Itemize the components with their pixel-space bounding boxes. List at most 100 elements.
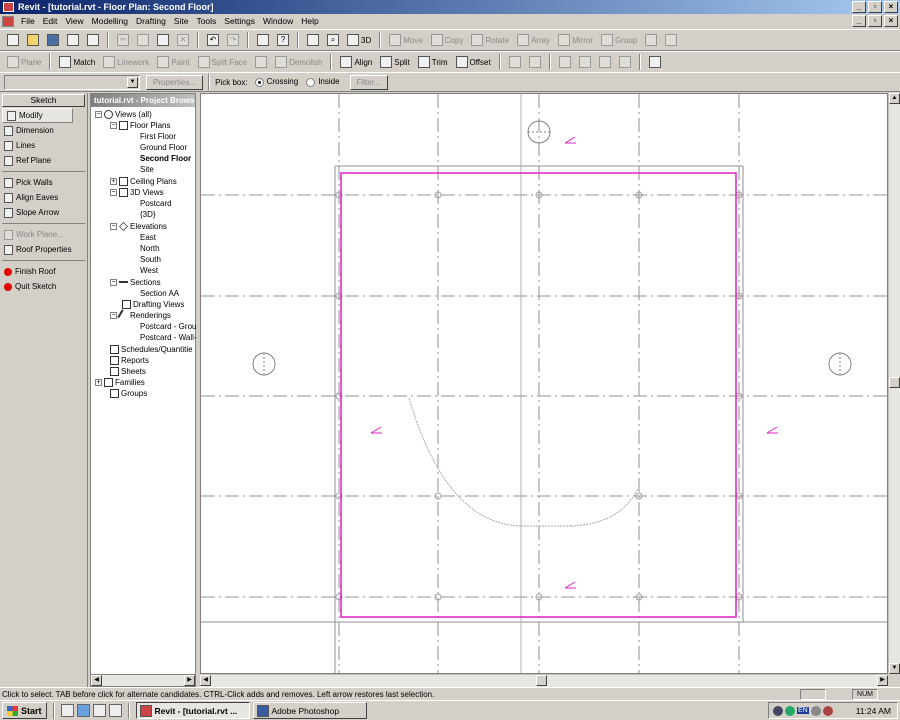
tree-sheets[interactable]: Sheets xyxy=(110,366,146,377)
scroll-right-icon[interactable]: ▶ xyxy=(184,675,195,686)
trim-button[interactable]: Trim xyxy=(415,53,451,71)
tree-west[interactable]: West xyxy=(140,265,158,276)
tray-volume-icon[interactable] xyxy=(810,705,821,716)
canvas-vertical-scrollbar[interactable]: ▲ ▼ xyxy=(888,93,900,674)
tool-e-button[interactable] xyxy=(596,53,614,71)
visibility-button[interactable] xyxy=(304,31,322,49)
move-button[interactable]: Move xyxy=(386,31,426,49)
copy-clip-button[interactable] xyxy=(134,31,152,49)
radio-empty-icon[interactable] xyxy=(306,77,316,87)
tree-3d[interactable]: {3D} xyxy=(140,209,156,220)
designbar-finish-roof[interactable]: Finish Roof xyxy=(0,264,87,279)
tool-c-button[interactable] xyxy=(556,53,574,71)
mirror-button[interactable]: Mirror xyxy=(555,31,596,49)
quicklaunch-outlook-icon[interactable] xyxy=(92,704,106,717)
tree-renderings[interactable]: − Renderings xyxy=(110,309,171,322)
designbar-quit-sketch[interactable]: Quit Sketch xyxy=(0,279,87,294)
split-face-button[interactable]: Split Face xyxy=(195,53,251,71)
sketch-tab[interactable]: Sketch xyxy=(2,94,85,107)
tree-sections[interactable]: − Sections xyxy=(110,277,161,288)
expand-icon[interactable]: + xyxy=(110,178,117,185)
tree-north[interactable]: North xyxy=(140,243,160,254)
document-icon[interactable] xyxy=(2,16,14,27)
chevron-down-icon[interactable]: ▼ xyxy=(127,76,138,88)
type-selector[interactable]: ▼ xyxy=(4,74,140,90)
menu-settings[interactable]: Settings xyxy=(220,14,259,29)
quicklaunch-desktop-icon[interactable] xyxy=(60,704,74,717)
scroll-left-icon[interactable]: ◀ xyxy=(91,675,102,686)
align-button[interactable]: Align xyxy=(337,53,375,71)
browser-horizontal-scrollbar[interactable]: ◀ ▶ xyxy=(91,674,195,686)
doc-restore-button[interactable]: ▫ xyxy=(868,15,882,27)
collapse-icon[interactable]: − xyxy=(110,189,117,196)
print-button[interactable] xyxy=(84,31,102,49)
save-all-button[interactable] xyxy=(64,31,82,49)
delete-button[interactable]: ✕ xyxy=(174,31,192,49)
taskbar-revit[interactable]: Revit - [tutorial.rvt ... xyxy=(135,702,250,719)
tray-globe-icon[interactable] xyxy=(785,705,795,716)
tree-second-floor[interactable]: Second Floor xyxy=(140,153,191,164)
tree-postcard-ground[interactable]: Postcard - Grou xyxy=(140,321,196,332)
menu-edit[interactable]: Edit xyxy=(39,14,62,29)
designbar-align-eaves[interactable]: Align Eaves xyxy=(0,190,87,205)
quicklaunch-browser-icon[interactable] xyxy=(76,704,90,717)
tree-ceiling-plans[interactable]: + Ceiling Plans xyxy=(110,176,177,187)
tree-floor-plans[interactable]: − Floor Plans xyxy=(110,120,170,131)
doc-minimize-button[interactable]: _ xyxy=(852,15,866,27)
collapse-icon[interactable]: − xyxy=(95,111,102,118)
new-button[interactable] xyxy=(4,31,22,49)
menu-view[interactable]: View xyxy=(61,14,87,29)
tree-drafting-views[interactable]: Drafting Views xyxy=(122,299,184,310)
split-button[interactable]: Split xyxy=(377,53,413,71)
tree-schedules[interactable]: Schedules/Quantitie xyxy=(110,344,193,355)
designbar-ref-plane[interactable]: Ref Plane xyxy=(0,153,87,168)
redo-button[interactable]: ↷ xyxy=(224,31,242,49)
plane-button[interactable]: Plane xyxy=(4,53,44,71)
designbar-slope-arrow[interactable]: Slope Arrow xyxy=(0,205,87,220)
demolish-button[interactable]: Demolish xyxy=(272,53,325,71)
tree-postcard[interactable]: Postcard xyxy=(140,198,172,209)
whats-this-button[interactable]: ? xyxy=(274,31,292,49)
scroll-right-icon[interactable]: ▶ xyxy=(877,675,888,686)
horizontal-scroll-thumb[interactable] xyxy=(536,675,547,686)
tray-app-icon[interactable] xyxy=(822,705,833,716)
unpin-button[interactable] xyxy=(662,31,680,49)
restore-button[interactable]: ▫ xyxy=(868,1,882,13)
lock-button[interactable] xyxy=(642,31,660,49)
menu-file[interactable]: File xyxy=(17,14,39,29)
tree-3d-views[interactable]: − 3D Views xyxy=(110,187,164,198)
menu-site[interactable]: Site xyxy=(170,14,193,29)
open-button[interactable] xyxy=(24,31,42,49)
start-button[interactable]: Start xyxy=(2,702,47,719)
tool-g-button[interactable] xyxy=(646,53,664,71)
tool-a-button[interactable] xyxy=(506,53,524,71)
drawing-canvas[interactable] xyxy=(200,93,888,674)
designbar-modify[interactable]: Modify xyxy=(2,108,73,123)
copy-button[interactable]: Copy xyxy=(428,31,467,49)
tree-site[interactable]: Site xyxy=(140,164,154,175)
minimize-button[interactable]: _ xyxy=(852,1,866,13)
collapse-icon[interactable]: − xyxy=(110,122,117,129)
scroll-left-icon[interactable]: ◀ xyxy=(200,675,211,686)
vertical-scroll-thumb[interactable] xyxy=(889,377,900,388)
tray-network-icon[interactable] xyxy=(773,705,783,716)
cut-geometry-button[interactable] xyxy=(252,53,270,71)
view-3d-button[interactable]: 3D xyxy=(344,31,374,49)
language-indicator[interactable]: EN xyxy=(797,707,809,714)
paste-button[interactable] xyxy=(154,31,172,49)
tree-first-floor[interactable]: First Floor xyxy=(140,131,176,142)
thin-lines-button[interactable] xyxy=(254,31,272,49)
tree-families[interactable]: + Families xyxy=(95,377,145,388)
tree-elevations[interactable]: − Elevations xyxy=(110,221,167,232)
tool-d-button[interactable] xyxy=(576,53,594,71)
inside-radio[interactable]: Inside xyxy=(306,77,340,87)
linework-button[interactable]: Linework xyxy=(100,53,152,71)
tree-postcard-wall[interactable]: Postcard - Wall- xyxy=(140,332,197,343)
tree-views-all[interactable]: − Views (all) xyxy=(95,109,152,120)
tree-section-aa[interactable]: Section AA xyxy=(140,288,179,299)
match-button[interactable]: Match xyxy=(56,53,98,71)
offset-button[interactable]: Offset xyxy=(453,53,494,71)
tree-groups[interactable]: Groups xyxy=(110,388,147,399)
group-button[interactable]: Group xyxy=(598,31,640,49)
zoom-button[interactable]: ⌕ xyxy=(324,31,342,49)
